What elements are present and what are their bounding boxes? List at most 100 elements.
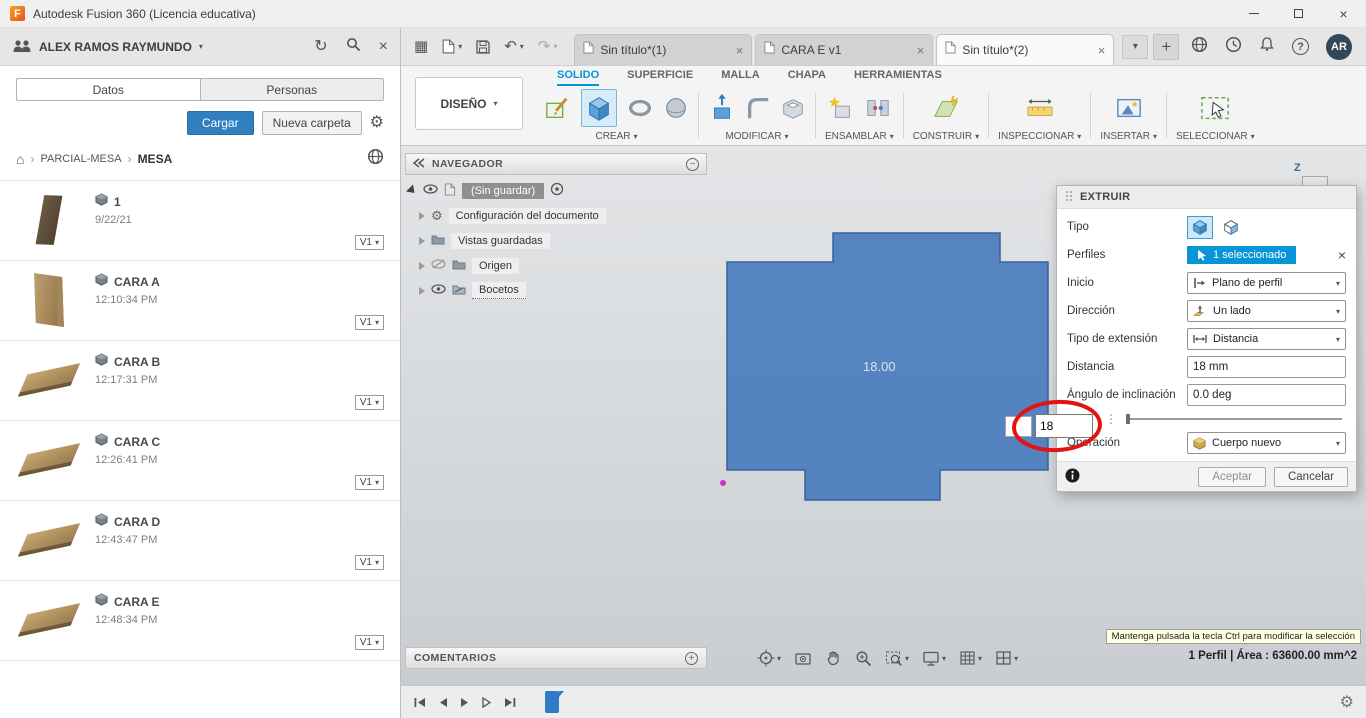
browser-panel-header[interactable]: NAVEGADOR − (405, 153, 707, 175)
drag-handle-icon[interactable] (1065, 190, 1073, 205)
refresh-icon[interactable]: ↻ (314, 38, 327, 55)
timeline-position-marker[interactable] (545, 691, 564, 713)
list-item[interactable]: CARA A 12:10:34 PM V1 ▾ (0, 261, 400, 341)
measure-icon[interactable] (1025, 95, 1055, 121)
upload-button[interactable]: Cargar (186, 111, 254, 135)
tab-malla[interactable]: MALLA (721, 69, 760, 86)
distance-slider[interactable] (1126, 414, 1342, 424)
eye-off-icon[interactable] (431, 259, 446, 272)
tab-solido[interactable]: SOLIDO (557, 69, 600, 86)
look-at-tool[interactable] (794, 650, 812, 667)
timeline-step-forward-button[interactable] (481, 696, 493, 709)
timeline-gear-icon[interactable]: ⚙ (1340, 692, 1354, 712)
close-panel-icon[interactable]: × (379, 38, 388, 55)
select-tool-icon[interactable] (1198, 93, 1232, 123)
extrude-thin-type-button[interactable] (1218, 216, 1244, 239)
group-label-insertar[interactable]: INSERTAR ▾ (1100, 128, 1157, 145)
group-label-inspeccionar[interactable]: INSPECCIONAR ▾ (998, 128, 1081, 145)
undo-icon[interactable]: ↶ ▾ (504, 39, 524, 54)
tab-personas[interactable]: Personas (199, 78, 384, 101)
activate-target-icon[interactable] (550, 182, 564, 199)
info-icon[interactable] (1065, 468, 1080, 486)
collapsed-triangle-icon[interactable] (419, 211, 425, 220)
group-label-crear[interactable]: CREAR ▾ (595, 128, 637, 145)
collapse-panel-icon[interactable] (412, 155, 425, 173)
taper-angle-input[interactable] (1187, 384, 1346, 406)
timeline-step-back-button[interactable] (437, 696, 449, 709)
timeline-play-button[interactable] (459, 696, 471, 709)
slider-handle[interactable] (1126, 414, 1130, 424)
timeline-go-end-button[interactable] (503, 696, 517, 709)
slider-grip-icon[interactable]: ⋮ (1105, 412, 1117, 426)
version-selector[interactable]: V1 ▾ (354, 235, 384, 250)
visibility-eye-icon[interactable] (431, 284, 446, 297)
search-icon[interactable] (346, 37, 361, 57)
help-icon[interactable]: ? (1292, 38, 1309, 55)
dimension-input[interactable] (1035, 414, 1093, 438)
browser-item-sketches[interactable]: Bocetos (407, 278, 707, 303)
list-item[interactable]: 1 9/22/21 V1 ▾ (0, 181, 400, 261)
operation-dropdown[interactable]: Cuerpo nuevo ▾ (1187, 432, 1346, 454)
new-component-icon[interactable] (827, 94, 855, 122)
viewports-tool[interactable]: ▾ (995, 650, 1018, 666)
avatar[interactable]: AR (1326, 33, 1352, 60)
clear-selection-icon[interactable]: × (1338, 247, 1346, 263)
expand-triangle-icon[interactable] (405, 184, 419, 197)
extent-type-dropdown[interactable]: Distancia ▾ (1187, 328, 1346, 350)
pan-tool[interactable] (825, 649, 842, 667)
document-tab-active[interactable]: Sin título*(2) × (936, 34, 1115, 65)
settings-gear-icon[interactable]: ⚙ (370, 115, 384, 131)
profiles-selected-chip[interactable]: 1 seleccionado (1187, 246, 1297, 264)
file-menu-icon[interactable]: ▾ (442, 39, 462, 54)
start-dropdown[interactable]: Plano de perfil ▾ (1187, 272, 1346, 294)
tab-chapa[interactable]: CHAPA (788, 69, 826, 86)
notifications-bell-icon[interactable] (1259, 36, 1275, 57)
revolve-tool-icon[interactable] (626, 94, 654, 122)
create-sketch-icon[interactable] (544, 94, 572, 122)
visibility-eye-icon[interactable] (423, 184, 438, 197)
minimize-button[interactable] (1231, 0, 1276, 28)
tab-list-dropdown[interactable]: ▾ (1122, 34, 1149, 59)
collapsed-triangle-icon[interactable] (419, 261, 425, 270)
workspace-selector[interactable]: DISEÑO ▾ (415, 77, 523, 130)
extrude-tool-icon[interactable] (581, 89, 617, 127)
cancel-button[interactable]: Cancelar (1273, 466, 1348, 487)
web-link-icon[interactable] (367, 148, 384, 170)
list-item[interactable]: CARA B 12:17:31 PM V1 ▾ (0, 341, 400, 421)
shell-icon[interactable] (780, 95, 806, 121)
version-selector[interactable]: V1 ▾ (354, 635, 384, 650)
browser-item-doc-settings[interactable]: ⚙ Configuración del documento (407, 203, 707, 228)
joint-icon[interactable] (864, 95, 892, 121)
version-selector[interactable]: V1 ▾ (354, 555, 384, 570)
version-selector[interactable]: V1 ▾ (354, 475, 384, 490)
close-tab-icon[interactable]: × (917, 43, 925, 58)
document-tab[interactable]: Sin título*(1) × (574, 34, 753, 65)
zoom-tool[interactable] (855, 650, 872, 667)
sketch-point[interactable] (720, 480, 726, 486)
comments-panel-header[interactable]: COMENTARIOS + (405, 647, 707, 669)
ok-button[interactable]: Aceptar (1198, 466, 1266, 487)
team-name[interactable]: ALEX RAMOS RAYMUNDO (39, 40, 192, 54)
dialog-header[interactable]: EXTRUIR (1057, 186, 1356, 209)
save-icon[interactable] (476, 39, 490, 54)
browser-item-named-views[interactable]: Vistas guardadas (407, 228, 707, 253)
collapsed-triangle-icon[interactable] (419, 286, 425, 295)
document-tab[interactable]: CARA E v1 × (755, 34, 934, 65)
grid-snap-tool[interactable]: ▾ (959, 650, 982, 666)
press-pull-icon[interactable] (708, 93, 736, 123)
list-item[interactable]: CARA C 12:26:41 PM V1 ▾ (0, 421, 400, 501)
app-grid-icon[interactable]: ▦ (414, 39, 428, 54)
new-tab-button[interactable]: + (1153, 33, 1180, 60)
collapsed-triangle-icon[interactable] (419, 236, 425, 245)
fit-tool[interactable]: ▾ (885, 650, 909, 667)
tab-datos[interactable]: Datos (16, 78, 200, 101)
dimension-flip-box[interactable] (1005, 416, 1032, 437)
new-folder-button[interactable]: Nueva carpeta (261, 111, 362, 135)
tab-herramientas[interactable]: HERRAMIENTAS (854, 69, 942, 86)
extensions-globe-icon[interactable] (1191, 36, 1208, 58)
list-item[interactable]: CARA E 12:48:34 PM V1 ▾ (0, 581, 400, 661)
close-window-button[interactable]: × (1321, 0, 1366, 28)
group-label-seleccionar[interactable]: SELECCIONAR ▾ (1176, 128, 1255, 145)
job-status-clock-icon[interactable] (1225, 36, 1242, 58)
group-label-construir[interactable]: CONSTRUIR ▾ (913, 128, 979, 145)
